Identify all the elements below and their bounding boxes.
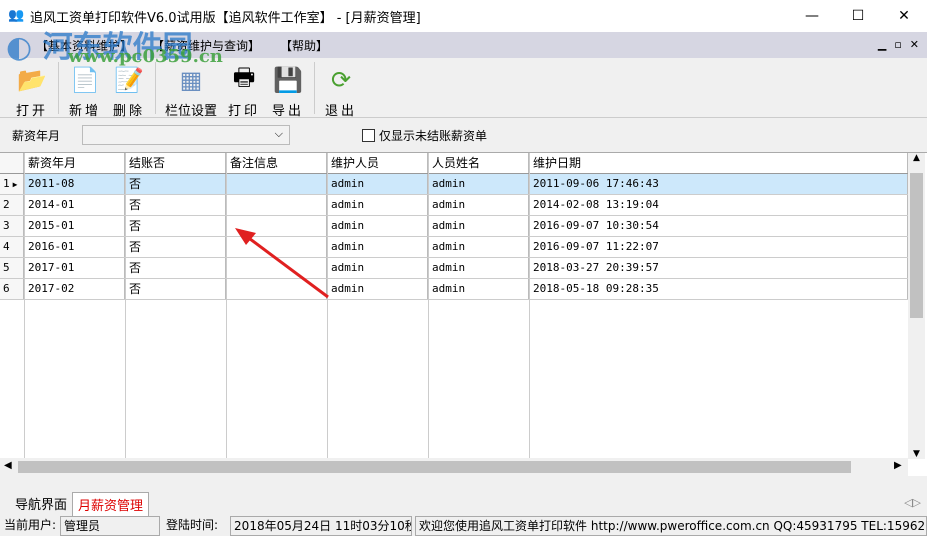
salary-grid: 薪资年月 结账否 备注信息 维护人员 人员姓名 维护日期 1 ▶ 2011-08 否 a… (0, 152, 927, 476)
tab-monthly-salary[interactable]: 月薪资管理 (72, 492, 150, 516)
menu-salary[interactable]: 【薪资维护与查询】 (152, 37, 260, 54)
open-button[interactable]: 📂 打开 (15, 58, 49, 119)
welcome-message: 欢迎您使用追风工资单打印软件 http://www.pweroffice.com… (415, 516, 927, 536)
unsettled-only-label[interactable]: 仅显示未结账薪资单 (379, 127, 487, 144)
login-time: 2018年05月24日 11时03分10秒 (230, 516, 413, 536)
unsettled-only-checkbox[interactable] (362, 128, 375, 142)
print-label: 打印 (228, 104, 261, 119)
column-settings-label: 栏位设置 (165, 104, 218, 119)
print-button[interactable]: 🖶 打印 (227, 58, 261, 120)
new-button[interactable]: 📄 新增 (68, 58, 102, 119)
grid-icon: ▦ (179, 66, 203, 94)
delete-button[interactable]: 📝 删除 (112, 58, 146, 119)
menu-basic-data[interactable]: 【基本资料维护】 (36, 37, 132, 54)
folder-open-icon: 📂 (17, 66, 47, 94)
exit-button[interactable]: ⟳ 退出 (324, 58, 358, 119)
salary-month-label: 薪资年月 (12, 128, 61, 143)
filter-bar: 薪资年月 ⌵ 仅显示未结账薪资单 (0, 120, 927, 150)
current-user-label: 当前用户: (4, 518, 57, 532)
mdi-minimize-button[interactable]: ▁ (878, 32, 886, 58)
divider (314, 62, 316, 114)
maximize-button[interactable]: ☐ (835, 0, 881, 32)
column-settings-button[interactable]: ▦ 栏位设置 (165, 58, 217, 119)
divider (155, 62, 156, 114)
printer-icon: 🖶 (232, 62, 256, 91)
menu-bar: 【基本资料维护】 【薪资维护与查询】 【帮助】 ▁ ▫ ✕ (0, 32, 927, 58)
open-label: 打开 (15, 104, 48, 119)
save-export-icon: 💾 (273, 66, 303, 94)
tab-scroll-arrows[interactable]: ◁▷ (904, 496, 921, 509)
title-bar: 👥 追风工资单打印软件V6.0试用版【追风软件工作室】 - [月薪资管理] — … (0, 0, 927, 32)
tab-bar: 导航界面 月薪资管理 (10, 492, 150, 516)
login-time-label: 登陆时间: (166, 518, 219, 532)
close-button[interactable]: ✕ (881, 0, 927, 32)
status-bar: 当前用户: 管理员 登陆时间: 2018年05月24日 11时03分10秒 欢迎… (0, 516, 927, 536)
minimize-button[interactable]: — (789, 0, 835, 32)
exit-label: 退出 (325, 104, 358, 119)
export-button[interactable]: 💾 导出 (271, 58, 305, 119)
tab-navigation[interactable]: 导航界面 (10, 492, 72, 516)
new-document-icon: 📄 (70, 66, 100, 94)
divider (58, 62, 59, 114)
current-user: 管理员 (60, 516, 161, 536)
delete-document-icon: 📝 (114, 66, 144, 94)
app-icon: 👥 (8, 8, 25, 23)
menu-help[interactable]: 【帮助】 (280, 37, 328, 54)
mdi-close-button[interactable]: ✕ (910, 32, 919, 58)
chevron-down-icon: ⌵ (274, 127, 283, 140)
salary-month-select[interactable]: ⌵ (82, 125, 290, 145)
new-label: 新增 (68, 104, 101, 119)
red-annotation-arrow (235, 228, 329, 299)
export-label: 导出 (272, 104, 305, 119)
delete-label: 删除 (112, 104, 145, 119)
mdi-restore-button[interactable]: ▫ (894, 32, 901, 58)
window-title: 追风工资单打印软件V6.0试用版【追风软件工作室】 - [月薪资管理] (30, 10, 421, 26)
refresh-exit-icon: ⟳ (330, 66, 352, 94)
toolbar: 📂 打开 📄 新增 📝 删除 ▦ 栏位设置 🖶 打印 💾 导出 ⟳ 退出 (0, 58, 927, 120)
